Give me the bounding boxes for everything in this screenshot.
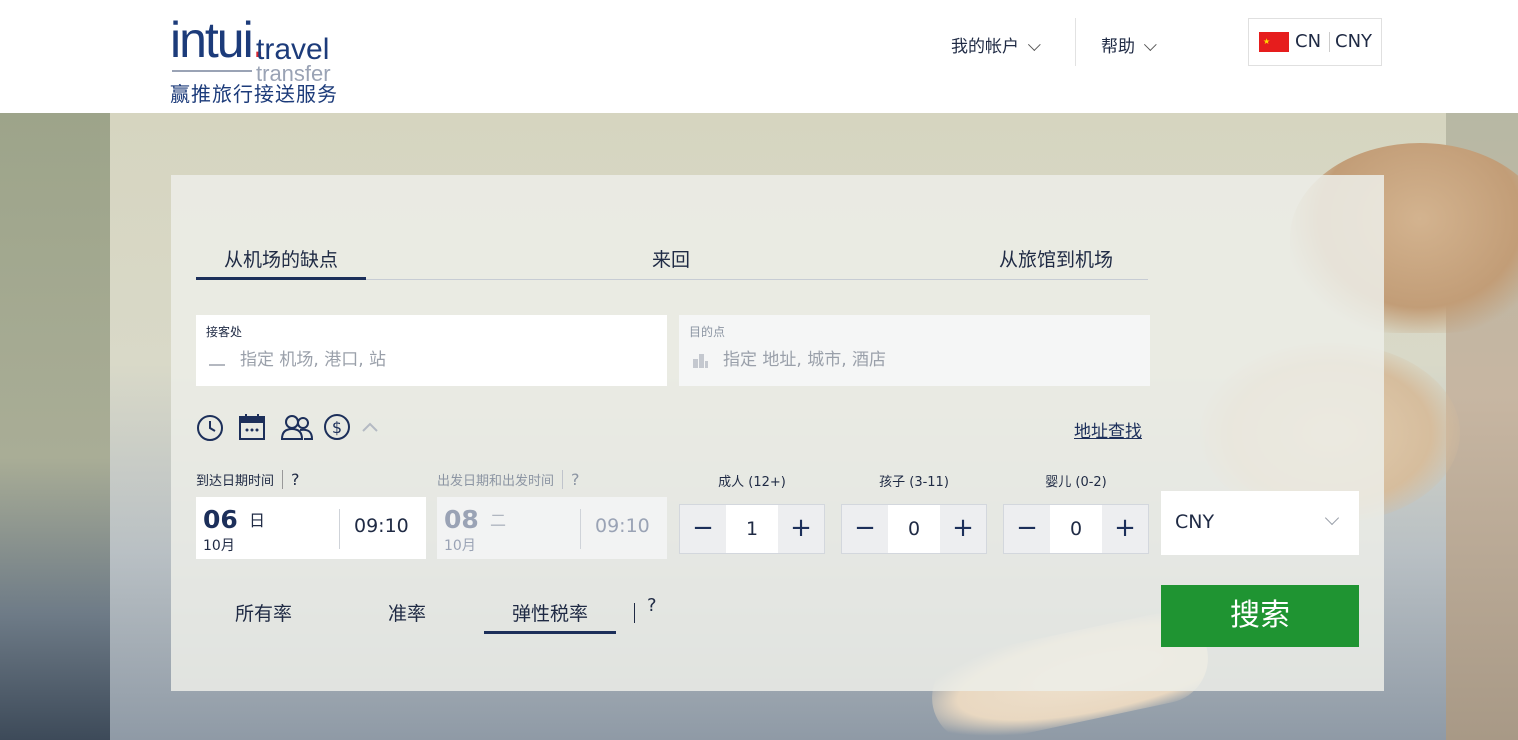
currency-select[interactable]: CNY [1161, 491, 1359, 555]
departure-label: 出发日期和出发时间? [437, 470, 580, 489]
calendar-icon[interactable] [238, 412, 268, 442]
site-logo[interactable]: intui. travel transfer 赢推旅行接送服务 [170, 12, 350, 112]
plane-icon [209, 364, 225, 366]
rate-tab-standard[interactable]: 准率 [388, 599, 426, 626]
arrival-label: 到达日期时间? [196, 470, 300, 489]
rate-tab-all[interactable]: 所有率 [235, 599, 292, 626]
destination-input[interactable] [721, 345, 1125, 375]
adults-plus-button[interactable]: + [778, 505, 824, 553]
children-count[interactable]: 0 [888, 505, 940, 553]
svg-text:$: $ [332, 418, 342, 437]
tab-from-airport[interactable]: 从机场的缺点 [195, 245, 367, 280]
departure-help[interactable]: ? [562, 470, 580, 489]
arrival-date-picker[interactable]: 06 日 10月 09:10 [196, 497, 426, 559]
adults-count[interactable]: 1 [726, 505, 778, 553]
adults-minus-button[interactable]: − [680, 505, 726, 553]
rate-tab-flexible[interactable]: 弹性税率 [483, 599, 617, 634]
departure-divider [580, 509, 581, 549]
adults-label: 成人 (12+) [718, 475, 786, 490]
rate-divider [634, 603, 635, 623]
nav-help-label: 帮助 [1101, 37, 1135, 57]
arrival-time[interactable]: 09:10 [354, 515, 409, 537]
infants-count[interactable]: 0 [1050, 505, 1102, 553]
site-header: intui. travel transfer 赢推旅行接送服务 我的帐户 帮助 … [0, 0, 1518, 113]
infants-plus-button[interactable]: + [1102, 505, 1148, 553]
hero-background: 从机场的缺点 来回 从旅馆到机场 接客处 目的点 [0, 113, 1518, 740]
language-code: CN [1295, 31, 1322, 52]
children-minus-button[interactable]: − [842, 505, 888, 553]
clock-icon[interactable] [196, 412, 226, 442]
arrival-weekday: 日 [249, 511, 266, 530]
departure-day: 08 [444, 505, 479, 534]
infants-minus-button[interactable]: − [1004, 505, 1050, 553]
search-panel: 从机场的缺点 来回 从旅馆到机场 接客处 目的点 [171, 175, 1384, 691]
nav-help[interactable]: 帮助 [1101, 32, 1157, 62]
departure-month: 10月 [444, 538, 476, 554]
direction-tabs: 从机场的缺点 来回 从旅馆到机场 [195, 229, 1148, 280]
logo-divider [172, 70, 252, 72]
chevron-down-icon [1324, 510, 1340, 526]
arrival-help[interactable]: ? [282, 470, 300, 489]
infants-stepper: − 0 + [1003, 504, 1149, 554]
pickup-input[interactable] [238, 345, 642, 375]
locale-switcher[interactable]: CN CNY [1248, 18, 1382, 66]
building-icon [693, 354, 708, 368]
rate-help[interactable]: ? [647, 595, 657, 616]
destination-label: 目的点 [689, 325, 726, 339]
children-stepper: − 0 + [841, 504, 987, 554]
nav-my-account[interactable]: 我的帐户 [951, 32, 1041, 62]
destination-field[interactable]: 目的点 [679, 315, 1150, 386]
infants-label: 婴儿 (0-2) [1045, 475, 1107, 490]
arrival-day: 06 [203, 505, 238, 534]
departure-date-picker[interactable]: 08 二 10月 09:10 [437, 497, 667, 559]
tab-round-trip[interactable]: 来回 [652, 245, 690, 272]
address-search-link[interactable]: 地址查找 [1074, 417, 1142, 442]
tab-hotel-to-airport[interactable]: 从旅馆到机场 [999, 245, 1113, 272]
china-flag-icon [1259, 19, 1289, 65]
logo-brand: intui. [170, 12, 266, 68]
nav-divider [1075, 18, 1076, 66]
dollar-icon[interactable]: $ [323, 412, 353, 442]
logo-tagline: 赢推旅行接送服务 [170, 82, 338, 106]
chevron-up-icon[interactable] [360, 412, 380, 442]
arrival-divider [339, 509, 340, 549]
currency-select-value: CNY [1175, 511, 1215, 533]
locale-divider [1329, 32, 1330, 52]
pickup-field[interactable]: 接客处 [196, 315, 667, 386]
people-icon[interactable] [280, 412, 314, 442]
nav-my-account-label: 我的帐户 [951, 37, 1019, 57]
children-label: 孩子 (3-11) [879, 475, 949, 490]
arrival-label-text: 到达日期时间 [196, 474, 275, 489]
chevron-down-icon [1027, 38, 1041, 52]
departure-time[interactable]: 09:10 [595, 515, 650, 537]
pickup-label: 接客处 [206, 325, 243, 339]
departure-label-text: 出发日期和出发时间 [437, 474, 555, 489]
children-plus-button[interactable]: + [940, 505, 986, 553]
adults-stepper: − 1 + [679, 504, 825, 554]
hero-photo-left [0, 113, 110, 740]
currency-code: CNY [1335, 31, 1373, 52]
departure-weekday: 二 [490, 511, 507, 530]
search-button[interactable]: 搜索 [1161, 585, 1359, 647]
arrival-month: 10月 [203, 538, 235, 554]
chevron-down-icon [1143, 38, 1157, 52]
